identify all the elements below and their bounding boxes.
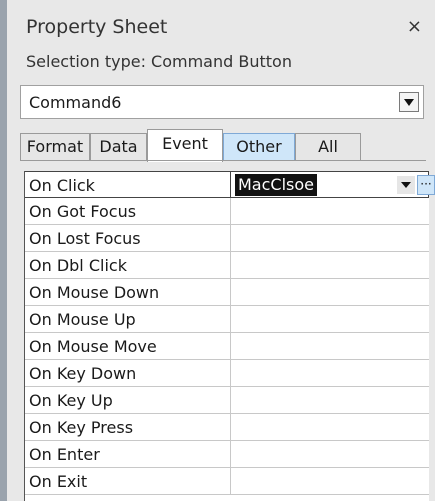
object-selector-value: Command6 [29,93,122,112]
property-name: On Got Focus [29,202,137,221]
property-name: On Key Up [29,391,113,410]
property-row[interactable]: On Key Up [25,387,429,414]
column-divider [230,360,231,387]
property-name: On Exit [29,472,88,491]
property-row[interactable]: On Dbl Click [25,252,429,279]
property-row[interactable]: On Mouse Move [25,333,429,360]
tab-format[interactable]: Format [20,133,90,161]
column-divider [230,414,231,441]
tab-strip: Format Data Event Other All [20,129,426,162]
property-row-on-click[interactable]: On Click MacClsoe ··· [25,171,435,199]
value-dropdown-button[interactable] [397,176,415,194]
property-name: On Key Down [29,364,137,383]
property-row[interactable]: On Key Press [25,414,429,441]
property-sheet-panel: Property Sheet × Selection type: Command… [0,0,435,501]
object-selector-dropdown[interactable]: Command6 [20,85,424,119]
builder-ellipsis-button[interactable]: ··· [417,175,435,195]
property-name: On Click [29,176,95,195]
panel-left-edge [0,0,7,501]
column-divider [230,468,231,495]
column-divider [230,387,231,414]
title-bar: Property Sheet × [12,14,432,44]
property-row[interactable]: On Mouse Down [25,279,429,306]
property-row[interactable]: On Mouse Up [25,306,429,333]
tab-all[interactable]: All [295,133,361,161]
column-divider [230,279,231,306]
property-name: On Enter [29,445,100,464]
property-name: On Mouse Down [29,283,160,302]
tab-data[interactable]: Data [90,133,147,161]
panel-title: Property Sheet [26,16,168,38]
property-name: On Mouse Up [29,310,136,329]
tab-other[interactable]: Other [223,133,295,161]
column-divider [230,306,231,333]
chevron-down-icon [401,182,411,188]
column-divider [230,333,231,360]
property-row[interactable]: On Lost Focus [25,225,429,252]
event-property-grid: On Click MacClsoe ··· On Got Focus On Lo… [24,171,435,501]
property-row[interactable]: On Enter [25,441,429,468]
property-row[interactable]: On Got Focus [25,198,429,225]
property-row[interactable]: On Exit [25,468,429,495]
column-divider [230,172,231,199]
property-row[interactable]: On Key Down [25,360,429,387]
tab-divider [20,160,426,161]
column-divider [230,198,231,225]
column-divider [230,441,231,468]
column-divider [230,252,231,279]
tab-event[interactable]: Event [147,129,223,162]
close-icon[interactable]: × [407,16,422,37]
property-name: On Lost Focus [29,229,141,248]
property-name: On Key Press [29,418,134,437]
property-name: On Dbl Click [29,256,127,275]
object-selector-button[interactable] [399,92,419,112]
column-divider [230,225,231,252]
property-value-selected[interactable]: MacClsoe [235,174,317,196]
chevron-down-icon [404,99,414,106]
property-name: On Mouse Move [29,337,157,356]
selection-type-label: Selection type: Command Button [26,52,292,71]
